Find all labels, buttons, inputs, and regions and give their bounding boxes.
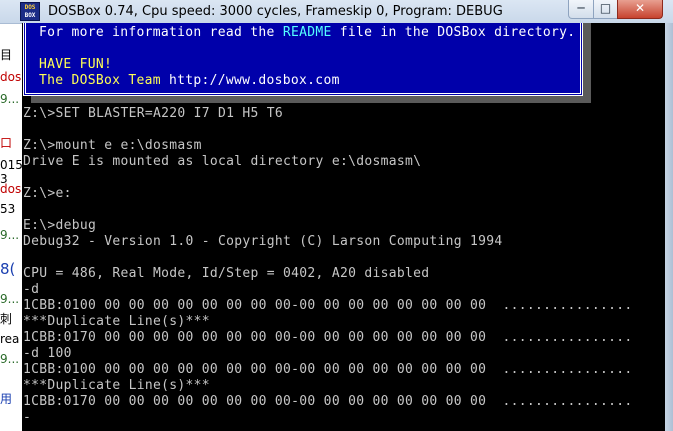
console-line: 1CBB:0100 00 00 00 00 00 00 00 00-00 00 … — [23, 362, 633, 377]
maximize-button[interactable]: □ — [593, 0, 618, 19]
window-title: DOSBox 0.74, Cpu speed: 3000 cycles, Fra… — [48, 4, 503, 19]
console-line: CPU = 486, Real Mode, Id/Step = 0402, A2… — [23, 266, 430, 281]
close-icon: ✕ — [634, 1, 646, 15]
console-line: Drive E is mounted as local directory e:… — [23, 154, 422, 169]
console-line: Z:\>mount e e:\dosmasm — [23, 138, 202, 153]
team-line: The DOSBox Team http://www.dosbox.com — [39, 73, 340, 89]
info-box-shadow — [583, 23, 591, 103]
background-text: dos — [0, 182, 22, 196]
background-text: 015 — [0, 158, 23, 172]
icon-text-bottom: BOX — [24, 12, 36, 19]
minimize-icon: ─ — [577, 1, 585, 15]
info-box-shadow — [31, 96, 583, 103]
console-line: ***Duplicate Line(s)*** — [23, 314, 210, 329]
team-url: http://www.dosbox.com — [169, 73, 340, 88]
console-line: Z:\>SET BLASTER=A220 I7 D1 H5 T6 — [23, 106, 284, 121]
console-line: Debug32 - Version 1.0 - Copyright (C) La… — [23, 234, 503, 249]
background-text: 刺 — [0, 312, 13, 326]
dosbox-app-icon[interactable]: DOS BOX — [20, 2, 40, 21]
command-prompt[interactable]: - — [23, 410, 31, 426]
background-page-strip: g 目 dos 9... 口 015 3 dos 53 9... 8( 9...… — [0, 0, 23, 431]
console-line: 1CBB:0170 00 00 00 00 00 00 00 00-00 00 … — [23, 330, 633, 345]
console-line: ***Duplicate Line(s)*** — [23, 378, 210, 393]
window-right-border — [665, 23, 673, 431]
maximize-icon: □ — [599, 1, 612, 15]
info-line: For more information read the README fil… — [39, 25, 575, 41]
background-text: 53 — [0, 202, 16, 216]
readme-text: README — [282, 25, 332, 40]
console-line: -d 100 — [23, 346, 72, 361]
console-line: 1CBB:0170 00 00 00 00 00 00 00 00-00 00 … — [23, 394, 633, 409]
title-bar[interactable]: DOS BOX DOSBox 0.74, Cpu speed: 3000 cyc… — [0, 0, 673, 24]
console-line: E:\>debug — [23, 218, 97, 233]
info-text: file in the DOSBox directory. — [331, 25, 576, 40]
console-line: -d — [23, 282, 40, 297]
background-text: 9... — [0, 228, 20, 242]
icon-text-top: DOS — [24, 4, 36, 11]
background-text: 9... — [0, 92, 20, 106]
info-text: For more information read the — [39, 25, 283, 40]
background-text: rea — [0, 332, 20, 346]
console-line: 1CBB:0100 00 00 00 00 00 00 00 00-00 00 … — [23, 298, 633, 313]
background-text: 口 — [0, 136, 13, 150]
team-text: The DOSBox Team — [39, 73, 170, 88]
console-line: Z:\>e: — [23, 186, 72, 201]
background-text: 9... — [0, 352, 20, 366]
background-text: 目 — [0, 48, 13, 62]
background-text: 用 — [0, 392, 13, 406]
background-text: 9... — [0, 292, 20, 306]
minimize-button[interactable]: ─ — [568, 0, 594, 19]
welcome-info-box: For more information read the README fil… — [23, 23, 583, 96]
have-fun-text: HAVE FUN! — [39, 57, 113, 72]
close-button[interactable]: ✕ — [617, 0, 663, 19]
dos-console-screen[interactable]: For more information read the README fil… — [22, 23, 665, 431]
background-text: 8( — [0, 260, 16, 278]
background-text: dos — [0, 70, 22, 84]
